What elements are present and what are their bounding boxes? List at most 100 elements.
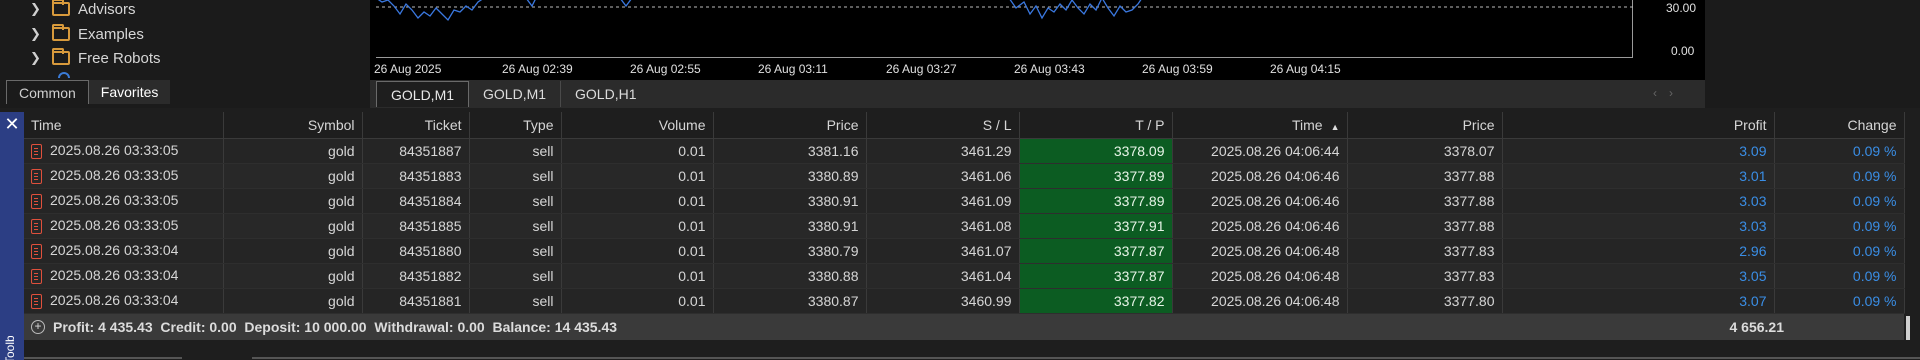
chart-window[interactable]: 30.00 0.00 26 Aug 2025 26 Aug 02:39 26 A… xyxy=(370,0,1705,80)
nav-item-free-robots[interactable]: ❯ Free Robots xyxy=(30,46,161,70)
cell-ticket: 84351885 xyxy=(362,213,470,239)
expand-plus-icon[interactable]: + xyxy=(31,320,45,334)
x-tick-label: 26 Aug 2025 xyxy=(374,62,442,76)
folder-icon xyxy=(52,48,70,65)
order-icon xyxy=(31,193,42,209)
cell-time-text: 2025.08.26 03:33:04 xyxy=(50,267,179,284)
cell-profit: 2.96 xyxy=(1502,238,1775,264)
col-header-time[interactable]: Time xyxy=(24,112,224,139)
cell-close-price: 3377.80 xyxy=(1347,288,1503,314)
cell-sl: 3461.04 xyxy=(866,263,1020,289)
toolbox-label-wrap: Toolbox xyxy=(2,336,20,360)
cell-sl: 3461.06 xyxy=(866,163,1020,189)
cell-change: 0.09 % xyxy=(1774,188,1905,214)
cell-close-price: 3378.07 xyxy=(1347,138,1503,164)
cell-close-time: 2025.08.26 04:06:48 xyxy=(1172,263,1348,289)
cell-profit: 3.09 xyxy=(1502,138,1775,164)
cell-sl: 3461.07 xyxy=(866,238,1020,264)
table-row[interactable]: 2025.08.26 03:33:04 gold 84351882 sell 0.01 3… xyxy=(24,263,1905,289)
navigator-tabs: Common Favorites xyxy=(0,78,370,104)
cell-profit: 3.07 xyxy=(1502,288,1775,314)
table-row[interactable]: 2025.08.26 03:33:05 gold 84351887 sell 0.01 3… xyxy=(24,138,1905,164)
table-row[interactable]: 2025.08.26 03:33:05 gold 84351883 sell 0.01 3… xyxy=(24,163,1905,189)
cell-volume: 0.01 xyxy=(561,138,714,164)
tab-scroll-arrows-icon[interactable]: ‹› xyxy=(1653,86,1685,100)
cell-time-text: 2025.08.26 03:33:05 xyxy=(50,217,179,234)
chevron-right-icon[interactable]: ❯ xyxy=(30,1,44,17)
cell-price: 3380.89 xyxy=(713,163,867,189)
chart-tab-gold-h1[interactable]: GOLD,H1 xyxy=(561,81,650,107)
toolbox-label: Toolbox xyxy=(3,336,17,360)
indicator-line xyxy=(526,0,536,8)
indicator-line xyxy=(620,0,632,8)
cell-sl: 3460.99 xyxy=(866,288,1020,314)
table-row[interactable]: 2025.08.26 03:33:04 gold 84351880 sell 0.01 3… xyxy=(24,238,1905,264)
cell-time: 2025.08.26 03:33:05 xyxy=(24,213,224,239)
table-row[interactable]: 2025.08.26 03:33:04 gold 84351881 sell 0.01 3… xyxy=(24,288,1905,314)
chart-tab-gold-m1[interactable]: GOLD,M1 xyxy=(469,81,562,107)
col-header-type[interactable]: Type xyxy=(469,112,562,139)
col-header-close-price[interactable]: Price xyxy=(1347,112,1503,139)
col-header-change[interactable]: Change xyxy=(1774,112,1905,139)
tab-common[interactable]: Common xyxy=(6,80,89,104)
table-row[interactable]: 2025.08.26 03:33:05 gold 84351884 sell 0.01 3… xyxy=(24,188,1905,214)
cell-type: sell xyxy=(469,163,562,189)
toolbox-strip: ✕ xyxy=(0,112,24,360)
order-icon xyxy=(31,293,42,309)
chart-side-panel xyxy=(1705,0,1920,108)
cell-volume: 0.01 xyxy=(561,288,714,314)
order-icon xyxy=(31,243,42,259)
cell-symbol: gold xyxy=(223,213,363,239)
chart-tab-gold-m1-active[interactable]: GOLD,M1 xyxy=(376,81,470,107)
cell-close-time: 2025.08.26 04:06:46 xyxy=(1172,188,1348,214)
chevron-right-icon[interactable]: ❯ xyxy=(30,26,44,42)
cell-type: sell xyxy=(469,138,562,164)
cell-time-text: 2025.08.26 03:33:05 xyxy=(50,167,179,184)
nav-item-advisors[interactable]: ❯ Advisors xyxy=(30,0,136,21)
x-tick-label: 26 Aug 04:15 xyxy=(1270,62,1341,76)
y-tick-label: 30.00 xyxy=(1666,1,1697,15)
close-icon[interactable]: ✕ xyxy=(0,112,24,136)
col-header-ticket[interactable]: Ticket xyxy=(362,112,470,139)
indicator-chart xyxy=(376,0,1633,22)
cell-type: sell xyxy=(469,238,562,264)
cell-change: 0.09 % xyxy=(1774,138,1905,164)
col-header-close-time[interactable]: Time ▲ xyxy=(1172,112,1348,139)
cell-close-price: 3377.83 xyxy=(1347,263,1503,289)
x-tick-label: 26 Aug 03:11 xyxy=(758,62,828,76)
col-header-profit[interactable]: Profit xyxy=(1502,112,1775,139)
cell-tp: 3377.87 xyxy=(1019,263,1173,289)
cell-ticket: 84351880 xyxy=(362,238,470,264)
cell-ticket: 84351882 xyxy=(362,263,470,289)
nav-item-label: Free Robots xyxy=(78,49,161,67)
cell-time: 2025.08.26 03:33:04 xyxy=(24,263,224,289)
col-header-symbol[interactable]: Symbol xyxy=(223,112,363,139)
cell-close-price: 3377.83 xyxy=(1347,238,1503,264)
col-header-price[interactable]: Price xyxy=(713,112,867,139)
summary-row[interactable]: + Profit: 4 435.43 Credit: 0.00 Deposit:… xyxy=(24,314,1904,340)
nav-item-examples[interactable]: ❯ Examples xyxy=(30,22,144,46)
y-tick-label: 0.00 xyxy=(1671,44,1695,58)
cell-volume: 0.01 xyxy=(561,238,714,264)
table-row[interactable]: 2025.08.26 03:33:05 gold 84351885 sell 0.01 3… xyxy=(24,213,1905,239)
summary-text: Profit: 4 435.43 Credit: 0.00 Deposit: 1… xyxy=(53,319,618,335)
summary-total-profit: 4 656.21 xyxy=(1729,319,1785,335)
scrollbar-thumb[interactable] xyxy=(1906,316,1910,340)
col-header-tp[interactable]: T / P xyxy=(1019,112,1173,139)
cell-ticket: 84351884 xyxy=(362,188,470,214)
cell-type: sell xyxy=(469,288,562,314)
cell-symbol: gold xyxy=(223,238,363,264)
nav-item-label: Examples xyxy=(78,25,144,43)
cell-price: 3380.79 xyxy=(713,238,867,264)
chart-plot-area[interactable] xyxy=(376,0,1633,58)
tab-favorites[interactable]: Favorites xyxy=(88,80,171,104)
cell-type: sell xyxy=(469,263,562,289)
cell-change: 0.09 % xyxy=(1774,213,1905,239)
col-header-volume[interactable]: Volume xyxy=(561,112,714,139)
cell-change: 0.09 % xyxy=(1774,263,1905,289)
chevron-right-icon[interactable]: ❯ xyxy=(30,50,44,66)
col-header-sl[interactable]: S / L xyxy=(866,112,1020,139)
cell-price: 3380.91 xyxy=(713,213,867,239)
cell-close-time: 2025.08.26 04:06:48 xyxy=(1172,238,1348,264)
cell-close-price: 3377.88 xyxy=(1347,213,1503,239)
